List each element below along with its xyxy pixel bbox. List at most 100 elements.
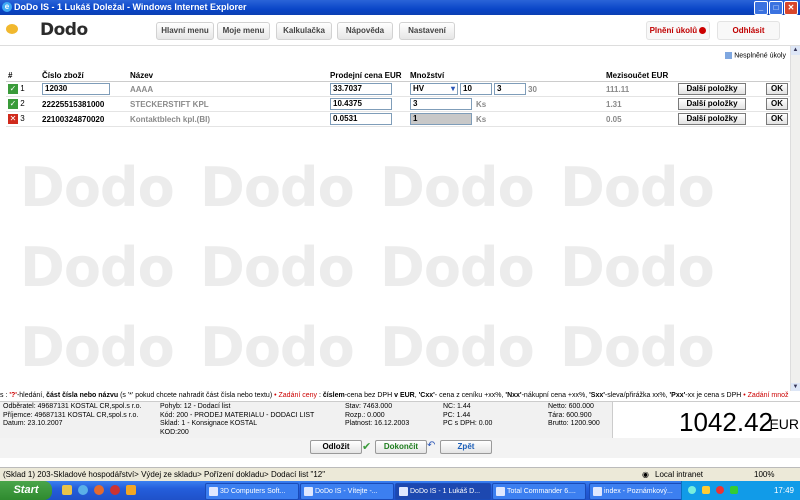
hint-text: číslem <box>322 392 345 399</box>
brutto-line: Brutto: 1200.900 <box>548 420 600 427</box>
item-price-input[interactable]: 33.7037 <box>330 83 392 95</box>
items-table: # Číslo zboží Název Prodejní cena EUR Mn… <box>6 70 790 127</box>
tasks-alert-icon <box>699 27 707 35</box>
row-number: 2 <box>20 99 25 108</box>
hint-key: 'Nxx' <box>505 392 522 399</box>
close-icon[interactable]: ✕ <box>784 1 798 15</box>
quicklaunch-icon[interactable] <box>126 485 136 495</box>
back-button[interactable]: Zpět <box>440 440 492 454</box>
quantity-input[interactable]: 1 <box>410 113 472 125</box>
scroll-up-icon[interactable]: ▲ <box>791 46 800 55</box>
nav-settings[interactable]: Nastavení <box>399 22 455 40</box>
total-currency: EUR <box>769 416 799 432</box>
tray-icon[interactable] <box>716 486 724 494</box>
overdue-tasks-link[interactable]: Nesplněné úkoly <box>725 52 786 59</box>
logout-button[interactable]: Odhlásit <box>717 21 780 40</box>
customer-info: Odběratel: 49687131 KOSTAL CR,spol.s r.o… <box>3 403 142 429</box>
hint-text: část čísla nebo názvu <box>46 392 119 399</box>
check-icon: ✔ <box>362 441 372 453</box>
quantity-input[interactable]: 3 <box>410 98 472 110</box>
col-header-quantity: Množství <box>408 70 604 82</box>
work-area: Dodo Dodo Dodo Dodo Dodo Dodo Dodo Dodo … <box>0 46 790 392</box>
zone-label: Local intranet <box>655 470 704 479</box>
hint-label: Zadání množ <box>747 392 789 399</box>
zoom-level[interactable]: 100% <box>754 468 774 482</box>
row-number: 1 <box>20 84 25 93</box>
taskbar-item-active[interactable]: DoDo IS - 1 Lukáš D... <box>395 483 491 500</box>
total-amount: 1042.42 <box>679 407 773 437</box>
taskbar-item[interactable]: DoDo IS - Vítejte -... <box>300 483 394 500</box>
warehouse-line: Sklad: 1 - Konsignace KOSTAL <box>160 420 258 427</box>
windows-taskbar: Start 3D Computers Soft... DoDo IS - Vít… <box>0 481 800 500</box>
item-code: 22225515381000 <box>42 99 105 109</box>
pc-vat-line: PC s DPH: 0.00 <box>443 420 493 427</box>
window-icon <box>593 487 602 496</box>
unit-select[interactable]: HV ▾ <box>410 83 458 95</box>
watermark: Dodo <box>560 156 715 219</box>
vertical-scrollbar[interactable]: ▲ ▼ <box>790 46 800 392</box>
hint-key: 'Pxx' <box>669 392 686 399</box>
nav-calculator[interactable]: Kalkulačka <box>276 22 332 40</box>
hint-text: -nákupní cena +xx%, <box>521 392 590 399</box>
quicklaunch-opera-icon[interactable] <box>110 485 120 495</box>
quicklaunch-firefox-icon[interactable] <box>94 485 104 495</box>
row-number: 3 <box>20 114 25 123</box>
quicklaunch-ie-icon[interactable] <box>78 485 88 495</box>
more-items-button[interactable]: Další položky <box>678 113 746 125</box>
watermark: Dodo <box>20 236 175 299</box>
table-row: ✓ 1 12030 AAAA 33.7037 HV ▾ 10 3 30 111.1… <box>6 81 790 97</box>
weight-info: Netto: 600.000 Tára: 600.900 Brutto: 120… <box>548 403 600 429</box>
item-code: 22100324870020 <box>42 114 105 124</box>
bee-logo-icon <box>6 24 18 34</box>
finish-button[interactable]: Dokončit <box>375 440 427 454</box>
tray-icon[interactable] <box>688 486 696 494</box>
movement-info: Pohyb: 12 - Dodací list Kód: 200 - PRODE… <box>160 403 314 437</box>
taskbar-item-label: index - Poznámkový... <box>604 488 673 495</box>
subtotal-value: 0.05 <box>604 111 676 127</box>
watermark: Dodo <box>560 316 715 379</box>
row-ok-button[interactable]: OK <box>766 113 788 125</box>
maximize-icon[interactable]: □ <box>769 1 783 15</box>
item-price-input[interactable]: 0.0531 <box>330 113 392 125</box>
hint-text: -xx je cena s DPH <box>685 392 742 399</box>
quantity-input-2[interactable]: 3 <box>494 83 526 95</box>
taskbar-item[interactable]: index - Poznámkový... <box>589 483 683 500</box>
postpone-button[interactable]: Odložit <box>310 440 362 454</box>
window-titlebar[interactable]: e DoDo IS - 1 Lukáš Doležal - Windows In… <box>0 0 800 15</box>
item-code-input[interactable]: 12030 <box>42 83 110 95</box>
tasks-button[interactable]: Plnění úkolů <box>646 21 710 40</box>
more-items-button[interactable]: Další položky <box>678 98 746 110</box>
row-ok-button[interactable]: OK <box>766 98 788 110</box>
row-ok-button[interactable]: OK <box>766 83 788 95</box>
nav-my-menu[interactable]: Moje menu <box>217 22 270 40</box>
row-error-icon: ✕ <box>8 114 18 124</box>
taskbar-item[interactable]: 3D Computers Soft... <box>205 483 299 500</box>
quantity-input[interactable]: 10 <box>460 83 492 95</box>
action-bar: Odložit ✔ Dokončit ↶ Zpět <box>0 438 800 458</box>
more-items-button[interactable]: Další položky <box>678 83 746 95</box>
window-icon <box>399 487 408 496</box>
minimize-icon[interactable]: _ <box>754 1 768 15</box>
quicklaunch-icon[interactable] <box>62 485 72 495</box>
nav-main-menu[interactable]: Hlavní menu <box>156 22 214 40</box>
hint-prefix: s : <box>0 392 10 399</box>
tray-icon[interactable] <box>730 486 738 494</box>
subtotal-value: 111.11 <box>604 81 676 97</box>
status-path: (Sklad 1) 203-Skladové hospodářství> Výd… <box>3 470 326 479</box>
start-button[interactable]: Start <box>0 481 52 500</box>
tasks-button-label: Plnění úkolů <box>649 26 698 35</box>
hint-label: Zadání ceny <box>278 392 318 399</box>
nav-help[interactable]: Nápověda <box>337 22 393 40</box>
app-logo: Dodo <box>40 20 88 40</box>
tray-icon[interactable] <box>702 486 710 494</box>
chevron-down-icon: ▾ <box>450 84 455 93</box>
col-header-name: Název <box>128 70 328 82</box>
watermark: Dodo <box>200 236 355 299</box>
taskbar-item[interactable]: Total Commander 6.... <box>492 483 586 500</box>
zone-icon: ◉ <box>642 470 649 479</box>
window-icon <box>496 487 505 496</box>
hint-key: '?' <box>9 392 17 399</box>
code-line: Kód: 200 - PRODEJ MATERIALU - DODACI LIS… <box>160 411 315 419</box>
watermark: Dodo <box>20 156 175 219</box>
item-price-input[interactable]: 10.4375 <box>330 98 392 110</box>
